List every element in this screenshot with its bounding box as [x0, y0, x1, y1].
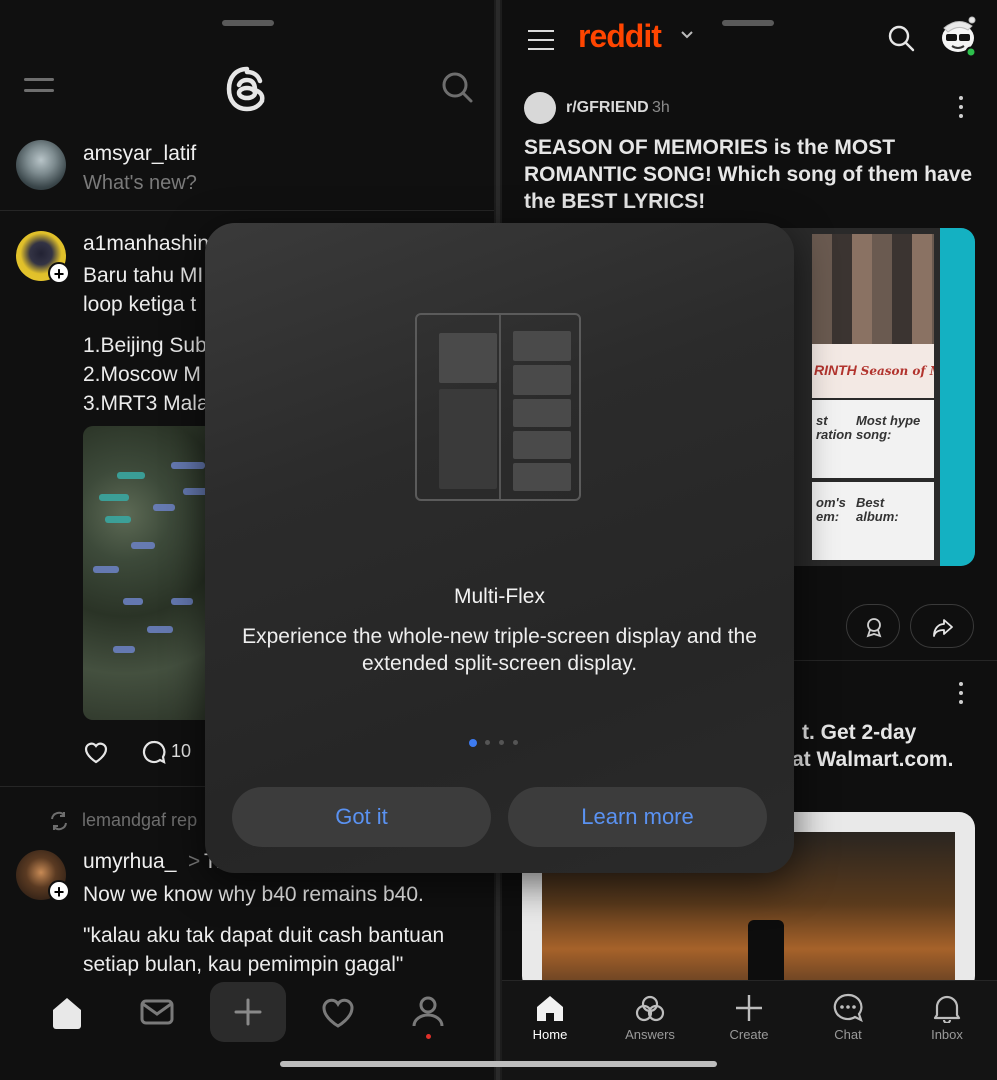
repost-icon	[51, 811, 67, 831]
follow-plus-icon[interactable]: +	[48, 262, 70, 284]
home-icon[interactable]	[47, 992, 87, 1032]
award-icon	[866, 618, 882, 638]
banner-right-text: Season of Memories	[860, 364, 934, 378]
repost-label: lemandgaf rep	[82, 810, 198, 830]
page-dot[interactable]	[499, 740, 504, 745]
inbox-icon	[933, 995, 961, 1023]
post-title[interactable]: SEASON OF MEMORIES is the MOST ROMANTIC …	[524, 134, 974, 215]
post-text-line: setiap bulan, kau pemimpin gagal"	[83, 953, 404, 976]
comment-icon[interactable]	[140, 738, 168, 766]
got-it-button[interactable]: Got it	[232, 787, 491, 847]
dialog-title: Multi-Flex	[453, 585, 545, 608]
nav-label: Chat	[834, 1027, 862, 1042]
mail-icon[interactable]	[137, 992, 177, 1032]
threads-logo-icon[interactable]	[222, 64, 272, 114]
notification-dot	[426, 1034, 431, 1039]
reply-arrow: >	[188, 850, 201, 873]
post-text-line: "kalau aku tak dapat duit cash bantuan	[83, 924, 445, 947]
page-indicator	[469, 739, 539, 747]
post-time: 3h	[652, 99, 670, 116]
profile-icon[interactable]	[408, 992, 448, 1032]
page-dot[interactable]	[513, 740, 518, 745]
post-list-item: 3.MRT3 Mala	[83, 392, 209, 415]
subreddit-name[interactable]: r/GFRIEND	[566, 99, 649, 117]
compose-row[interactable]: amsyar_latif What's new?	[16, 140, 494, 200]
reddit-logo[interactable]: reddit	[578, 18, 662, 55]
post-text-line: Baru tahu MI	[83, 264, 204, 287]
activity-heart-icon[interactable]	[318, 992, 358, 1032]
ad-text-line: t. Get 2-day	[802, 721, 917, 744]
page-dot[interactable]	[469, 739, 477, 747]
compose-placeholder[interactable]: What's new?	[83, 172, 197, 195]
foldable-device-illustration	[415, 313, 581, 501]
nav-inbox[interactable]: Inbox	[917, 993, 977, 1042]
more-options-icon[interactable]	[958, 96, 964, 118]
page-dot[interactable]	[485, 740, 490, 745]
new-thread-button[interactable]	[210, 982, 286, 1042]
learn-more-button[interactable]: Learn more	[508, 787, 767, 847]
post-list-item: 2.Moscow M	[83, 363, 201, 386]
chevron-down-icon[interactable]	[680, 28, 694, 42]
nav-label: Inbox	[931, 1027, 963, 1042]
menu-icon[interactable]	[528, 30, 554, 57]
create-icon	[736, 995, 762, 1021]
banner-left-text: RINTH	[814, 362, 857, 378]
nav-create[interactable]: Create	[719, 993, 779, 1042]
award-button[interactable]	[846, 604, 900, 648]
chat-icon	[833, 993, 863, 1023]
drag-handle[interactable]	[222, 20, 274, 26]
search-icon[interactable]	[887, 24, 915, 52]
search-icon[interactable]	[440, 70, 474, 104]
heart-icon[interactable]	[82, 738, 110, 766]
post-map-image[interactable]	[83, 426, 223, 720]
home-icon	[537, 996, 563, 1021]
nav-answers[interactable]: Answers	[620, 993, 680, 1042]
nav-home[interactable]: Home	[520, 993, 580, 1042]
share-icon	[933, 619, 953, 637]
nav-label: Answers	[625, 1027, 675, 1042]
compose-username: amsyar_latif	[83, 142, 197, 165]
post-username[interactable]: a1manhashin	[83, 232, 209, 256]
dialog-body: Experience the whole-new triple-screen d…	[242, 625, 757, 675]
more-options-icon[interactable]	[958, 682, 964, 704]
multi-flex-dialog: Multi-Flex Experience the whole-new trip…	[205, 223, 794, 873]
nav-label: Create	[729, 1027, 769, 1042]
comment-count: 10	[171, 741, 192, 761]
nav-chat[interactable]: Chat	[818, 993, 878, 1042]
post-header: r/GFRIEND 3h	[524, 92, 997, 124]
menu-icon[interactable]	[24, 78, 54, 94]
nav-label: Home	[532, 1027, 568, 1042]
post-username[interactable]: umyrhua_	[83, 850, 176, 874]
gesture-handle[interactable]	[280, 1061, 717, 1067]
post-text-line: Now we know why b40 remains b40.	[83, 883, 424, 906]
ad-text-line: at Walmart.com.	[792, 748, 954, 771]
reddit-header: reddit	[502, 14, 997, 70]
post-list-item: 1.Beijing Sub	[83, 334, 207, 357]
divider	[0, 210, 494, 211]
image-cell: Most hype song:	[852, 400, 934, 478]
subreddit-icon[interactable]	[524, 92, 556, 124]
share-button[interactable]	[910, 604, 974, 648]
image-cell: Best album:	[852, 482, 934, 560]
threads-bottom-nav	[0, 980, 494, 1050]
follow-plus-icon[interactable]: +	[48, 880, 70, 902]
post-text-line: loop ketiga t	[83, 293, 197, 316]
threads-header	[0, 56, 494, 120]
plus-icon	[234, 998, 262, 1026]
answers-icon	[635, 995, 665, 1022]
avatar[interactable]	[16, 140, 66, 190]
avatar[interactable]	[938, 14, 980, 58]
